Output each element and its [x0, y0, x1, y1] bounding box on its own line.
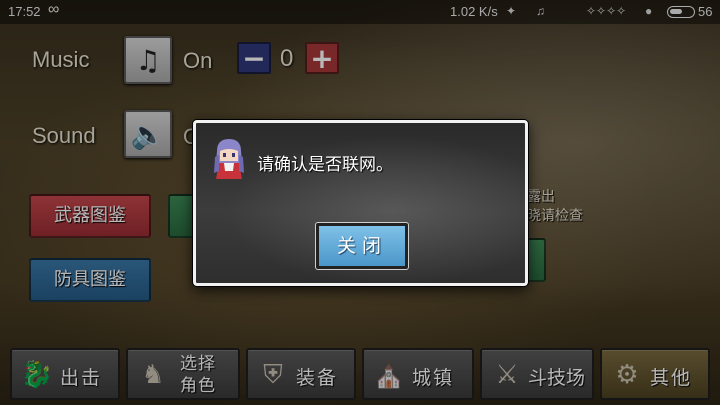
network-confirm-dialog: 请确认是否联网。 关闭 [193, 120, 528, 286]
dialog-message: 请确认是否联网。 [257, 155, 393, 175]
character-avatar-icon [214, 139, 244, 179]
game-screen: 17:52 ∞ 1.02 K/s ✦ ♫ ✧✧✧✧ ● 56 Music ♫ O… [0, 0, 720, 405]
close-button[interactable]: 关闭 [315, 222, 409, 270]
